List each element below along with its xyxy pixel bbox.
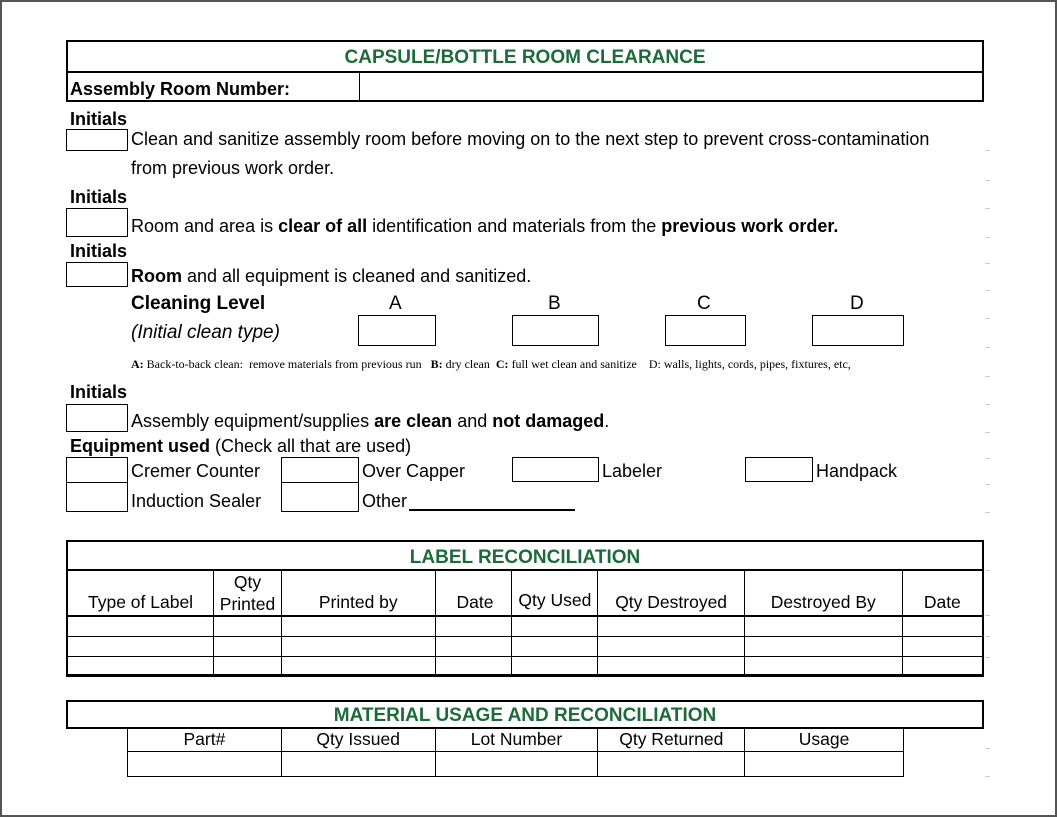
label-reconciliation-title: LABEL RECONCILIATION: [409, 547, 641, 568]
table-row: [66, 635, 984, 657]
level-c-label: C: [697, 293, 711, 314]
material-usage-header: MATERIAL USAGE AND RECONCILIATION: [66, 700, 984, 729]
label-reconciliation-table: LABEL RECONCILIATION Type of Label Qty P…: [66, 540, 984, 677]
other-input-line[interactable]: [409, 509, 575, 511]
level-d-checkbox[interactable]: [812, 315, 904, 346]
level-b-checkbox[interactable]: [512, 315, 599, 346]
table-row: [66, 655, 984, 677]
material-usage-table: Part# Qty Issued Lot Number Qty Returned…: [127, 729, 904, 777]
level-a-checkbox[interactable]: [358, 315, 436, 346]
table-row: [66, 615, 984, 637]
initials-input-4[interactable]: [66, 404, 128, 432]
col-qty-issued: Qty Issued: [280, 729, 436, 752]
col-qty-used: Qty Used: [511, 569, 599, 617]
over-capper-checkbox[interactable]: [281, 457, 359, 483]
header-row: Part# Qty Issued Lot Number Qty Returned…: [127, 729, 904, 752]
material-usage-title: MATERIAL USAGE AND RECONCILIATION: [333, 705, 717, 726]
col-qty-returned: Qty Returned: [597, 729, 746, 752]
col-date: Date: [434, 569, 513, 617]
cleaning-legend: A: Back-to-back clean: remove materials …: [131, 357, 851, 371]
induction-sealer-label: Induction Sealer: [131, 491, 262, 511]
other-label: Other: [362, 491, 408, 511]
handpack-checkbox[interactable]: [745, 457, 813, 482]
col-qty-destroyed: Qty Destroyed: [597, 569, 745, 617]
cleaning-level-sublabel: (Initial clean type): [131, 322, 280, 343]
assembly-room-label: Assembly Room Number:: [70, 79, 291, 99]
col-type-of-label: Type of Label: [66, 569, 215, 617]
step-1-text-line2: from previous work order.: [131, 158, 335, 178]
initials-input-2[interactable]: [66, 208, 128, 237]
step-4-text: Assembly equipment/supplies are clean an…: [131, 411, 610, 431]
page-frame: [0, 0, 1057, 817]
initials-label-2: Initials: [70, 187, 128, 207]
col-usage: Usage: [744, 729, 904, 752]
over-capper-label: Over Capper: [362, 461, 466, 481]
form-title: CAPSULE/BOTTLE ROOM CLEARANCE: [344, 47, 706, 68]
handpack-label: Handpack: [816, 461, 898, 481]
initials-input-3[interactable]: [66, 262, 128, 287]
step-1-text: Clean and sanitize assembly room before …: [131, 129, 930, 149]
equipment-label: Equipment used (Check all that are used): [70, 436, 412, 456]
table-row: [127, 750, 904, 777]
cremer-counter-label: Cremer Counter: [131, 461, 261, 481]
initials-label-4: Initials: [70, 382, 128, 402]
labeler-label: Labeler: [602, 461, 663, 481]
level-a-label: A: [389, 293, 402, 314]
induction-sealer-checkbox[interactable]: [66, 482, 128, 512]
initials-label-3: Initials: [70, 241, 128, 261]
assembly-room-input[interactable]: [360, 73, 982, 100]
header-row: Type of Label Qty Printed Printed by Dat…: [66, 569, 984, 617]
cremer-counter-checkbox[interactable]: [66, 457, 128, 483]
level-b-label: B: [548, 293, 561, 314]
col-lot-number: Lot Number: [434, 729, 599, 752]
other-checkbox[interactable]: [281, 482, 359, 512]
level-d-label: D: [850, 293, 864, 314]
col-destroyed-by: Destroyed By: [743, 569, 903, 617]
step-3-text: Room and all equipment is cleaned and sa…: [131, 266, 532, 286]
col-printed-by: Printed by: [280, 569, 436, 617]
col-qty-printed: Qty Printed: [213, 569, 282, 617]
col-part: Part#: [127, 729, 282, 752]
level-c-checkbox[interactable]: [665, 315, 746, 346]
cleaning-level-label: Cleaning Level: [131, 293, 266, 314]
initials-label-1: Initials: [70, 109, 128, 129]
header-block: CAPSULE/BOTTLE ROOM CLEARANCE Assembly R…: [66, 40, 984, 102]
col-date-2: Date: [901, 569, 984, 617]
labeler-checkbox[interactable]: [512, 457, 599, 482]
initials-input-1[interactable]: [66, 129, 128, 151]
step-2-text: Room and area is clear of all identifica…: [131, 216, 839, 236]
